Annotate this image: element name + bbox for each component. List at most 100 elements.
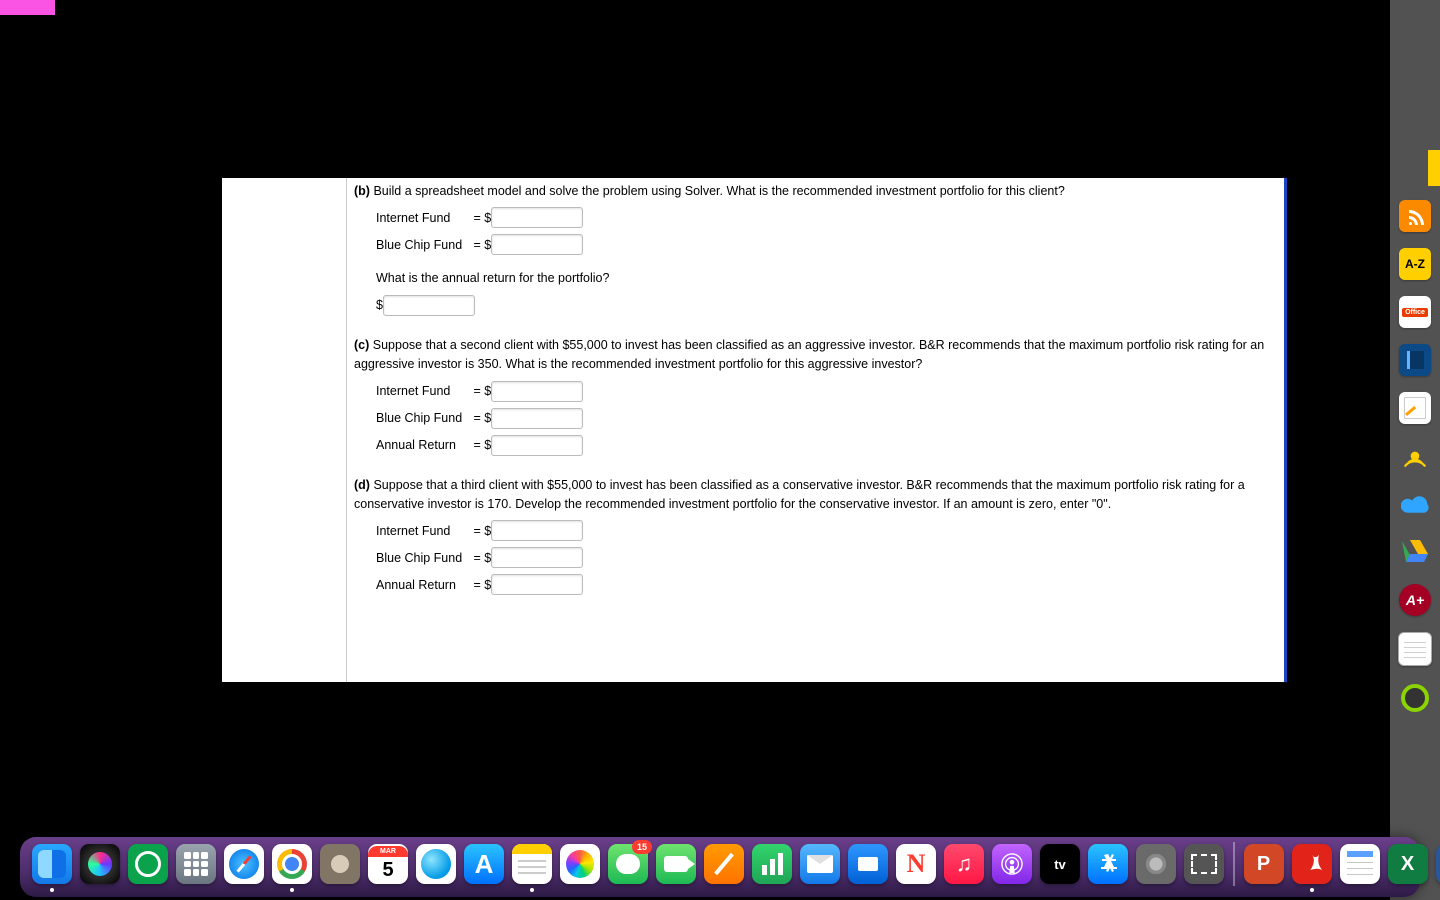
b-return-row: $: [376, 295, 1268, 316]
eq-sign: =: [473, 576, 480, 595]
excel-icon[interactable]: X: [1388, 844, 1428, 884]
sticky-note-icon[interactable]: [1399, 392, 1431, 424]
dollar-sign: $: [376, 296, 383, 315]
podcast-sidebar-icon[interactable]: [1399, 440, 1431, 472]
dollar-sign: $: [484, 576, 491, 595]
eq-sign: =: [473, 436, 480, 455]
keynote-icon[interactable]: [848, 844, 888, 884]
notepad-dock-icon[interactable]: [1340, 844, 1380, 884]
safari-icon[interactable]: [224, 844, 264, 884]
dollar-sign: $: [484, 209, 491, 228]
cloud-icon[interactable]: [1399, 488, 1431, 520]
part-c-text: Suppose that a second client with $55,00…: [354, 338, 1264, 371]
eq-sign: =: [473, 522, 480, 541]
d-annual-input[interactable]: [491, 574, 583, 595]
part-b-text: Build a spreadsheet model and solve the …: [373, 184, 1064, 198]
siri-icon[interactable]: [80, 844, 120, 884]
part-c-label: (c): [354, 338, 369, 352]
d-bluechip-label: Blue Chip Fund: [376, 549, 470, 568]
powerpoint-icon[interactable]: P: [1244, 844, 1284, 884]
c-annual-row: Annual Return = $: [376, 435, 1268, 456]
appstore-a-icon[interactable]: A: [464, 844, 504, 884]
rss-icon[interactable]: [1399, 200, 1431, 232]
eq-sign: =: [473, 409, 480, 428]
part-b-label: (b): [354, 184, 370, 198]
part-c: (c) Suppose that a second client with $5…: [354, 336, 1268, 456]
mail-icon[interactable]: [800, 844, 840, 884]
dollar-sign: $: [484, 436, 491, 455]
c-bluechip-input[interactable]: [491, 408, 583, 429]
c-internet-input[interactable]: [491, 381, 583, 402]
music-icon[interactable]: ♫: [944, 844, 984, 884]
translate-icon[interactable]: [416, 844, 456, 884]
facetime-icon[interactable]: [656, 844, 696, 884]
screenshot-icon[interactable]: [1184, 844, 1224, 884]
dollar-sign: $: [484, 409, 491, 428]
dictionary-icon[interactable]: A-Z: [1399, 248, 1431, 280]
calendar-icon[interactable]: MAR5: [368, 844, 408, 884]
c-bluechip-label: Blue Chip Fund: [376, 409, 470, 428]
contacts-icon[interactable]: [320, 844, 360, 884]
highlighter-tab-icon[interactable]: [1428, 150, 1440, 186]
dollar-sign: $: [484, 382, 491, 401]
question-content: (b) Build a spreadsheet model and solve …: [348, 178, 1287, 682]
pink-corner-tab: [0, 0, 55, 15]
appletv-icon[interactable]: tv: [1040, 844, 1080, 884]
b-internet-label: Internet Fund: [376, 209, 470, 228]
finder-icon[interactable]: [32, 844, 72, 884]
record-app-icon[interactable]: [128, 844, 168, 884]
notes-icon[interactable]: [512, 844, 552, 884]
c-internet-label: Internet Fund: [376, 382, 470, 401]
dock: MAR5 A 15 N ♫ tv P X W: [0, 826, 1440, 900]
part-b: (b) Build a spreadsheet model and solve …: [354, 182, 1268, 316]
notepad-icon[interactable]: [1398, 632, 1432, 666]
chrome-icon[interactable]: [272, 844, 312, 884]
b-internet-row: Internet Fund = $: [376, 207, 1268, 228]
b-bluechip-label: Blue Chip Fund: [376, 236, 470, 255]
photos-icon[interactable]: [560, 844, 600, 884]
dollar-sign: $: [484, 549, 491, 568]
acrobat-icon[interactable]: [1292, 844, 1332, 884]
d-internet-label: Internet Fund: [376, 522, 470, 541]
dock-separator: [1233, 842, 1235, 886]
news-icon[interactable]: N: [896, 844, 936, 884]
b-return-input[interactable]: [383, 295, 475, 316]
pages-icon[interactable]: [704, 844, 744, 884]
part-d-label: (d): [354, 478, 370, 492]
podcasts-icon[interactable]: [992, 844, 1032, 884]
book-icon[interactable]: [1399, 344, 1431, 376]
right-sidebar: A-Z Office A+: [1390, 0, 1440, 900]
grade-aplus-icon[interactable]: A+: [1399, 584, 1431, 616]
launchpad-icon[interactable]: [176, 844, 216, 884]
profile-ring-icon[interactable]: [1399, 682, 1431, 714]
question-panel: (b) Build a spreadsheet model and solve …: [222, 178, 1287, 682]
b-bluechip-input[interactable]: [491, 234, 583, 255]
eq-sign: =: [473, 236, 480, 255]
google-drive-icon[interactable]: [1399, 536, 1431, 568]
d-bluechip-input[interactable]: [491, 547, 583, 568]
dollar-sign: $: [484, 522, 491, 541]
b-internet-input[interactable]: [491, 207, 583, 228]
d-annual-row: Annual Return = $: [376, 574, 1268, 595]
c-bluechip-row: Blue Chip Fund = $: [376, 408, 1268, 429]
b-return-question: What is the annual return for the portfo…: [376, 269, 1268, 288]
c-annual-label: Annual Return: [376, 436, 470, 455]
eq-sign: =: [473, 209, 480, 228]
d-annual-label: Annual Return: [376, 576, 470, 595]
eq-sign: =: [473, 382, 480, 401]
eq-sign: =: [473, 549, 480, 568]
word-icon[interactable]: W: [1436, 844, 1440, 884]
system-settings-icon[interactable]: [1136, 844, 1176, 884]
d-internet-row: Internet Fund = $: [376, 520, 1268, 541]
dollar-sign: $: [484, 236, 491, 255]
window-top-blackout: [0, 0, 1440, 178]
b-bluechip-row: Blue Chip Fund = $: [376, 234, 1268, 255]
office-icon[interactable]: Office: [1399, 296, 1431, 328]
left-margin: [222, 178, 347, 682]
c-annual-input[interactable]: [491, 435, 583, 456]
appstore-icon[interactable]: [1088, 844, 1128, 884]
part-d: (d) Suppose that a third client with $55…: [354, 476, 1268, 596]
d-internet-input[interactable]: [491, 520, 583, 541]
messages-icon[interactable]: 15: [608, 844, 648, 884]
numbers-icon[interactable]: [752, 844, 792, 884]
